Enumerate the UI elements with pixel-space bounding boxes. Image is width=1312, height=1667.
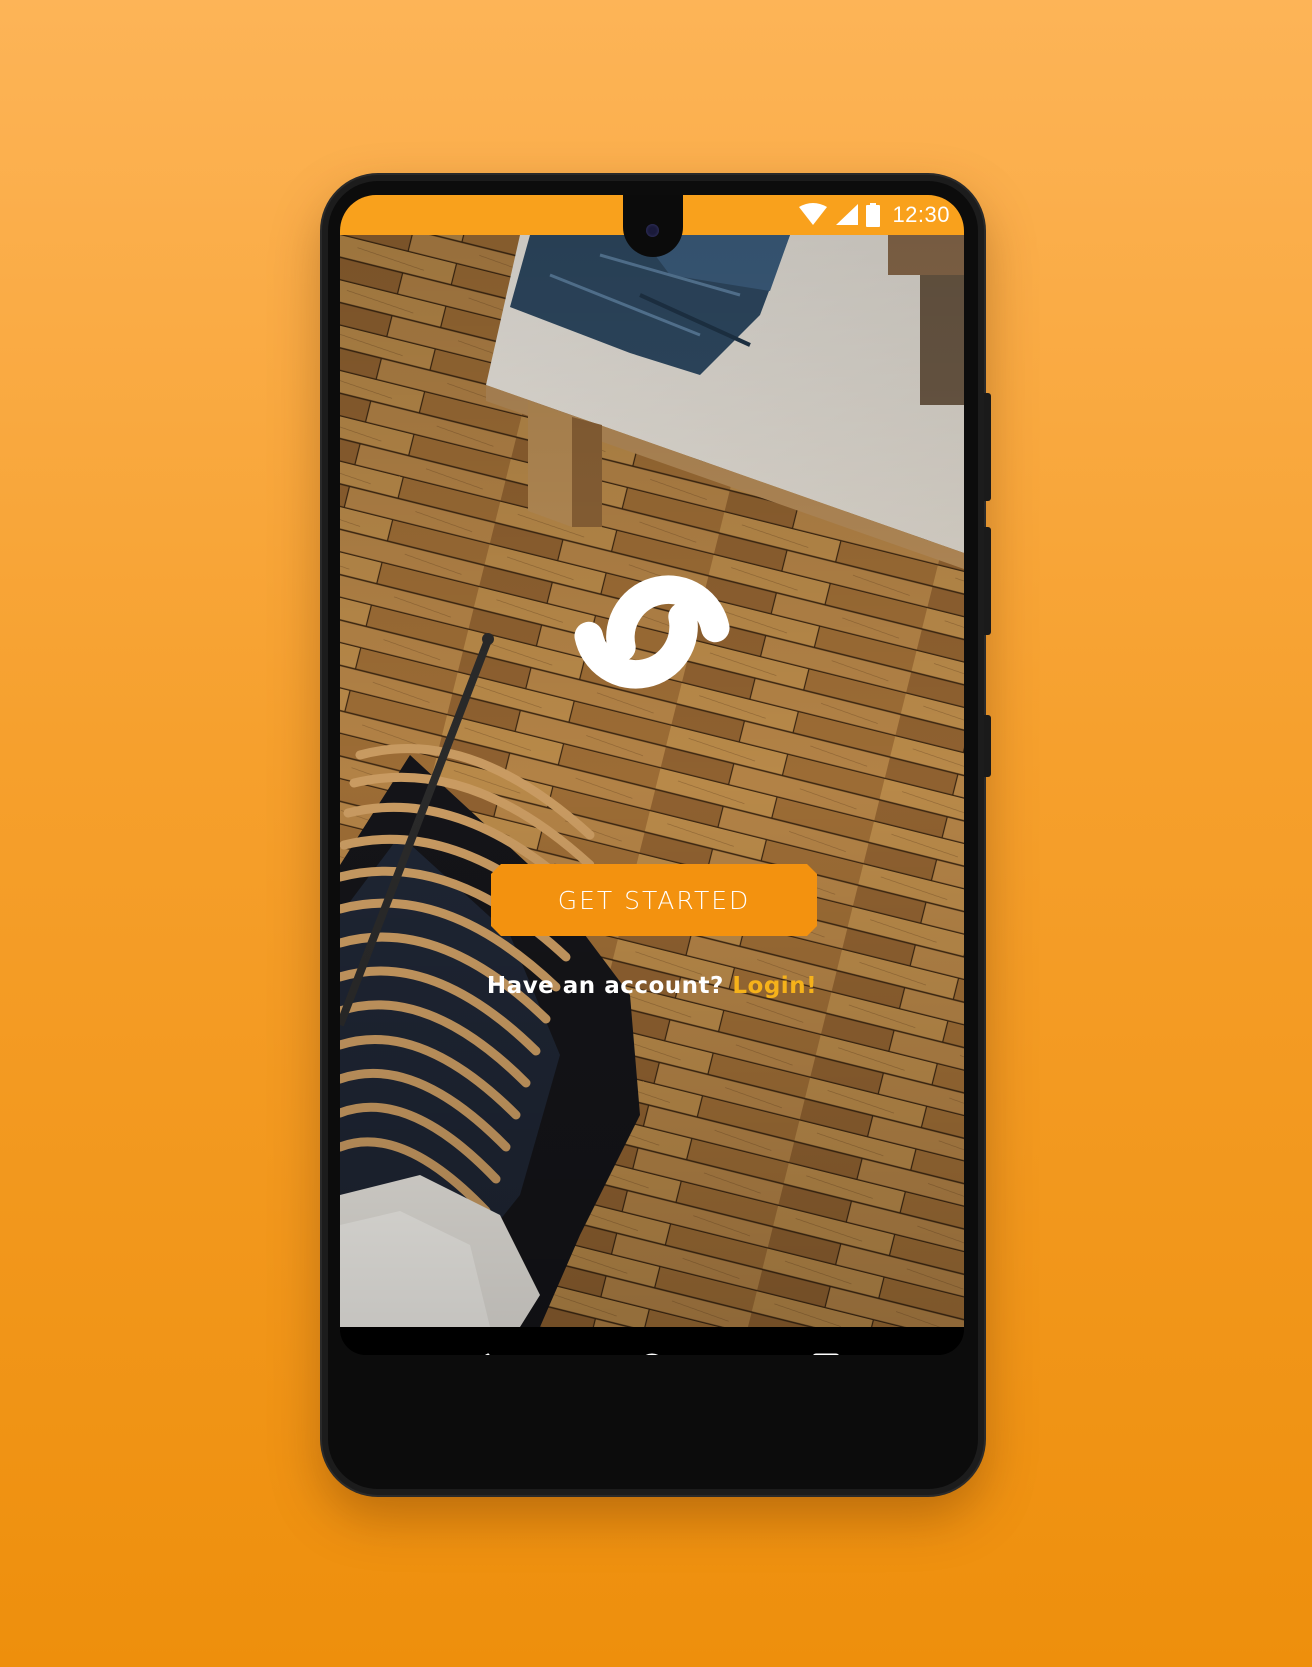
phone-screen: 12:30 GET STARTED Have an account? Login… [340,195,964,1355]
battery-icon [866,203,881,227]
wifi-icon [799,203,828,225]
volume-up-button [984,393,991,501]
back-icon[interactable] [462,1351,494,1355]
phone-frame: 12:30 GET STARTED Have an account? Login… [322,175,991,1495]
link-logo-icon [574,575,730,689]
login-row: Have an account? Login! [340,973,964,999]
get-started-button[interactable]: GET STARTED [491,864,817,936]
login-link[interactable]: Login! [732,973,817,999]
camera-notch [623,195,683,257]
volume-down-button [984,527,991,635]
background-photo [340,235,964,1327]
home-icon[interactable] [636,1351,668,1355]
status-icons: 12:30 [798,195,950,235]
login-prompt: Have an account? [486,973,724,999]
status-time: 12:30 [892,202,950,227]
front-camera [646,224,659,237]
power-button [984,715,991,777]
navigation-bar [340,1327,964,1355]
cellular-signal-icon [836,204,859,225]
recent-apps-icon[interactable] [810,1351,842,1355]
